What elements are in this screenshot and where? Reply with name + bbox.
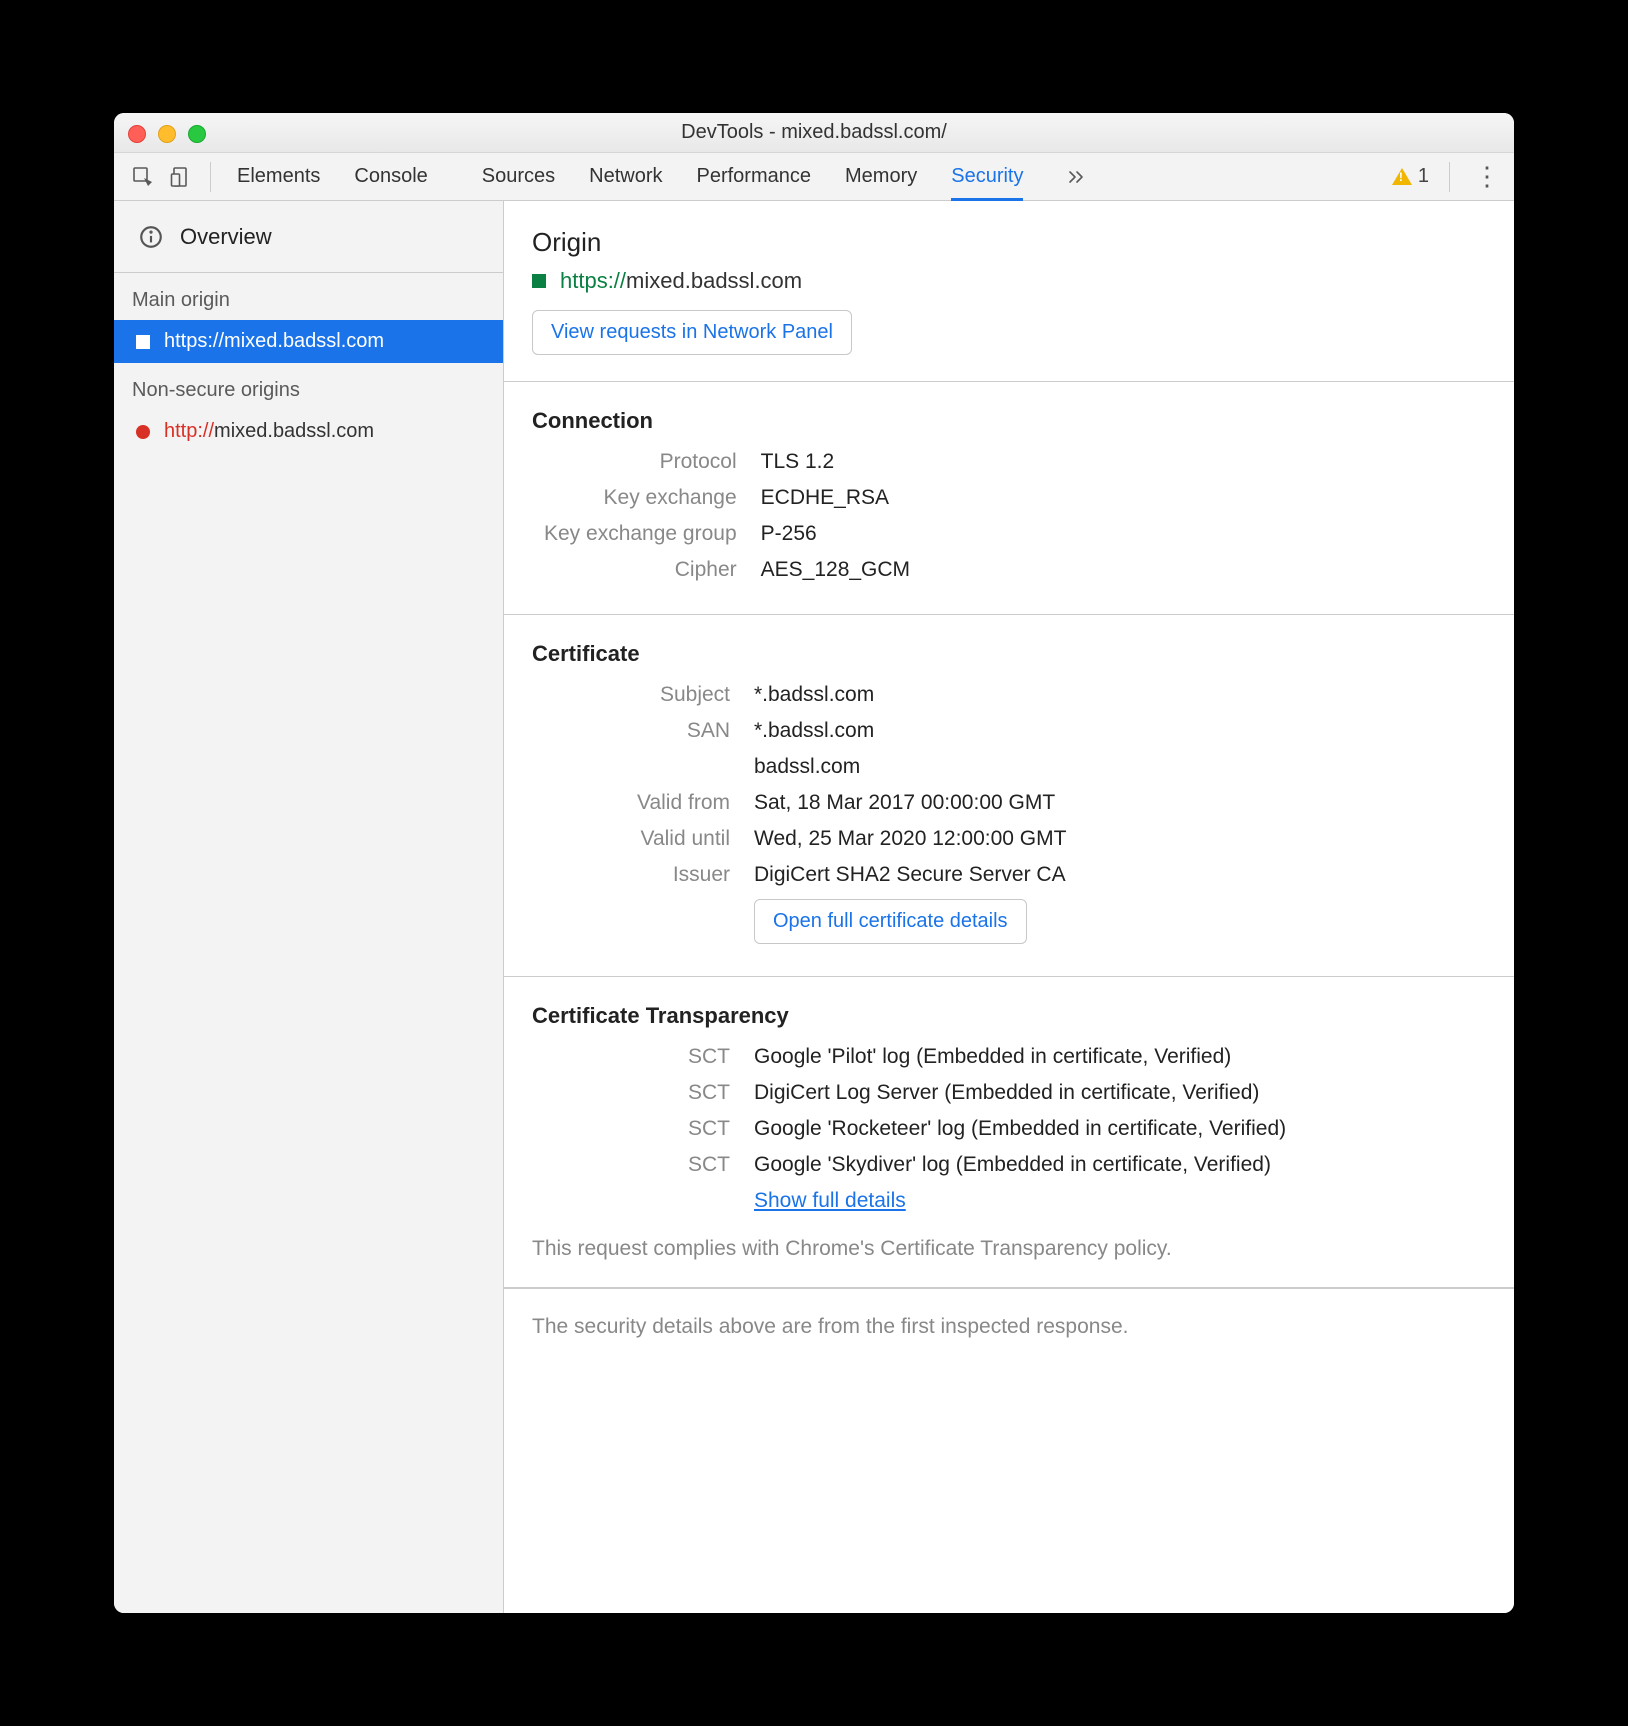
cipher-label: Cipher xyxy=(532,552,749,588)
footer-note: The security details above are from the … xyxy=(504,1288,1514,1365)
certificate-panel: Certificate Subject*.badssl.com SAN*.bad… xyxy=(504,615,1514,977)
warning-badge[interactable]: 1 xyxy=(1392,165,1429,188)
tab-performance[interactable]: Performance xyxy=(697,153,812,200)
tab-console[interactable]: Console xyxy=(354,153,427,200)
secure-origin-icon xyxy=(136,335,150,349)
certificate-heading: Certificate xyxy=(532,641,1486,667)
protocol-value: TLS 1.2 xyxy=(749,444,922,480)
devtools-tabstrip: Elements Console Sources Network Perform… xyxy=(114,153,1514,201)
origin-heading: Origin xyxy=(532,227,1486,258)
overview-label: Overview xyxy=(180,224,272,250)
tab-sources[interactable]: Sources xyxy=(482,153,555,200)
zoom-icon[interactable] xyxy=(188,125,206,143)
nonsecure-origin-icon xyxy=(136,425,150,439)
tab-memory[interactable]: Memory xyxy=(845,153,917,200)
valid-from-value: Sat, 18 Mar 2017 00:00:00 GMT xyxy=(742,785,1078,821)
subject-value: *.badssl.com xyxy=(742,677,1078,713)
origin-scheme: https:// xyxy=(164,330,224,352)
separator xyxy=(210,162,211,192)
info-icon xyxy=(138,224,164,250)
valid-until-value: Wed, 25 Mar 2020 12:00:00 GMT xyxy=(742,821,1078,857)
warning-count: 1 xyxy=(1418,165,1429,188)
sct-label: SCT xyxy=(532,1039,742,1075)
cipher-value: AES_128_GCM xyxy=(749,552,922,588)
origin-scheme: http:// xyxy=(164,420,214,442)
overview-button[interactable]: Overview xyxy=(114,201,503,273)
origin-scheme: https:// xyxy=(560,268,626,293)
key-exchange-group-label: Key exchange group xyxy=(532,516,749,552)
ct-panel: Certificate Transparency SCTGoogle 'Pilo… xyxy=(504,977,1514,1288)
sct-value-1: Google 'Pilot' log (Embedded in certific… xyxy=(742,1039,1298,1075)
sidebar-main-origin[interactable]: https://mixed.badssl.com xyxy=(114,320,503,363)
sidebar-nonsecure-origin[interactable]: http://mixed.badssl.com xyxy=(114,410,503,453)
valid-until-label: Valid until xyxy=(532,821,742,857)
key-exchange-group-value: P-256 xyxy=(749,516,922,552)
origin-domain: mixed.badssl.com xyxy=(626,268,802,293)
sct-value-3: Google 'Rocketeer' log (Embedded in cert… xyxy=(742,1111,1298,1147)
titlebar: DevTools - mixed.badssl.com/ xyxy=(114,113,1514,153)
device-toggle-icon[interactable] xyxy=(162,161,200,193)
origin-panel: Origin https://mixed.badssl.com View req… xyxy=(504,201,1514,382)
key-exchange-label: Key exchange xyxy=(532,480,749,516)
sct-label: SCT xyxy=(532,1075,742,1111)
nonsecure-origins-header: Non-secure origins xyxy=(114,363,503,410)
security-main: Origin https://mixed.badssl.com View req… xyxy=(504,201,1514,1613)
secure-indicator-icon xyxy=(532,274,546,288)
minimize-icon[interactable] xyxy=(158,125,176,143)
tab-network[interactable]: Network xyxy=(589,153,662,200)
warning-icon xyxy=(1392,168,1412,185)
kebab-menu-icon[interactable]: ⋮ xyxy=(1470,161,1504,192)
sct-label: SCT xyxy=(532,1147,742,1183)
san-value-1: *.badssl.com xyxy=(742,713,1078,749)
inspect-element-icon[interactable] xyxy=(124,161,162,193)
subject-label: Subject xyxy=(532,677,742,713)
separator xyxy=(1449,162,1450,192)
ct-heading: Certificate Transparency xyxy=(532,1003,1486,1029)
close-icon[interactable] xyxy=(128,125,146,143)
sct-value-4: Google 'Skydiver' log (Embedded in certi… xyxy=(742,1147,1298,1183)
san-value-2: badssl.com xyxy=(742,749,1078,785)
show-full-details-link[interactable]: Show full details xyxy=(754,1189,906,1212)
open-cert-details-button[interactable]: Open full certificate details xyxy=(754,899,1027,944)
san-label: SAN xyxy=(532,713,742,749)
ct-compliance-note: This request complies with Chrome's Cert… xyxy=(532,1237,1486,1261)
tab-security[interactable]: Security xyxy=(951,153,1023,200)
valid-from-label: Valid from xyxy=(532,785,742,821)
issuer-label: Issuer xyxy=(532,857,742,893)
origin-domain: mixed.badssl.com xyxy=(214,420,374,442)
sct-label: SCT xyxy=(532,1111,742,1147)
issuer-value: DigiCert SHA2 Secure Server CA xyxy=(742,857,1078,893)
sct-value-2: DigiCert Log Server (Embedded in certifi… xyxy=(742,1075,1298,1111)
origin-domain: mixed.badssl.com xyxy=(224,330,384,352)
protocol-label: Protocol xyxy=(532,444,749,480)
connection-heading: Connection xyxy=(532,408,1486,434)
tab-elements[interactable]: Elements xyxy=(237,153,320,200)
devtools-window: DevTools - mixed.badssl.com/ Elements Co… xyxy=(114,113,1514,1613)
security-sidebar: Overview Main origin https://mixed.badss… xyxy=(114,201,504,1613)
more-tabs-icon[interactable] xyxy=(1057,161,1095,193)
connection-panel: Connection ProtocolTLS 1.2 Key exchangeE… xyxy=(504,382,1514,615)
key-exchange-value: ECDHE_RSA xyxy=(749,480,922,516)
window-title: DevTools - mixed.badssl.com/ xyxy=(114,121,1514,144)
main-origin-header: Main origin xyxy=(114,273,503,320)
view-requests-button[interactable]: View requests in Network Panel xyxy=(532,310,852,355)
